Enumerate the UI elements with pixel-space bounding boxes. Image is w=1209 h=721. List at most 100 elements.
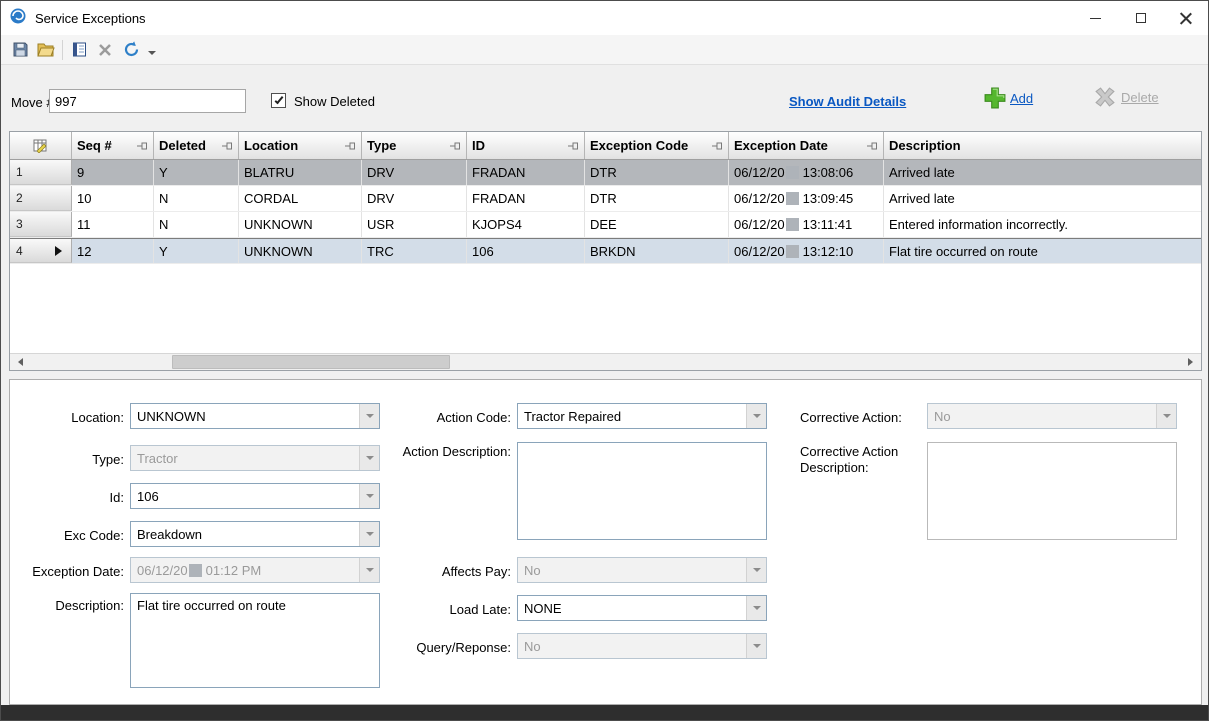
chevron-down-icon[interactable] [746, 634, 766, 658]
column-header-deleted[interactable]: Deleted [154, 132, 239, 159]
arrow-left-icon [14, 358, 23, 366]
type-value: Tractor [131, 451, 359, 466]
export-button[interactable] [66, 38, 92, 62]
toolbar-delete-button[interactable] [92, 38, 118, 62]
column-chooser-icon [33, 139, 48, 153]
row-selector[interactable]: 4 [10, 239, 72, 263]
cell-id: KJOPS4 [467, 212, 585, 237]
action-code-combobox[interactable]: Tractor Repaired [517, 403, 767, 429]
exception-detail-panel: Location: UNKNOWN Type: Tractor Id: 106 … [9, 379, 1202, 705]
cell-location: BLATRU [239, 160, 362, 185]
open-button[interactable] [33, 38, 59, 62]
chevron-down-icon[interactable] [359, 484, 379, 508]
pin-icon[interactable] [708, 141, 723, 151]
type-combobox[interactable]: Tractor [130, 445, 380, 471]
show-audit-details-link[interactable]: Show Audit Details [789, 94, 906, 109]
delete-button[interactable]: Delete [1093, 87, 1159, 107]
cell-seq: 9 [72, 160, 154, 185]
show-deleted-checkbox[interactable] [271, 93, 286, 108]
close-button[interactable] [1163, 1, 1208, 35]
cell-type: USR [362, 212, 467, 237]
row-selector[interactable]: 3 [10, 212, 72, 237]
cell-id: FRADAN [467, 186, 585, 211]
scroll-right-button[interactable] [1184, 354, 1201, 370]
toolbar [1, 35, 1208, 65]
table-row[interactable]: 3 11 N UNKNOWN USR KJOPS4 DEE 06/12/2013… [10, 212, 1201, 238]
move-number-input[interactable] [49, 89, 246, 113]
pin-icon[interactable] [341, 141, 356, 151]
column-header-exception-date[interactable]: Exception Date [729, 132, 884, 159]
service-exceptions-window: Service Exceptions [0, 0, 1209, 721]
exception-date-label: Exception Date: [10, 564, 124, 580]
chevron-down-icon[interactable] [359, 558, 379, 582]
cell-id: FRADAN [467, 160, 585, 185]
exceptions-grid: Seq # Deleted Location Type ID Exception… [9, 131, 1202, 371]
chevron-down-icon[interactable] [746, 404, 766, 428]
location-combobox[interactable]: UNKNOWN [130, 403, 380, 429]
cell-exception-code: BRKDN [585, 239, 729, 263]
pin-icon[interactable] [564, 141, 579, 151]
row-number: 3 [16, 217, 23, 231]
delete-button-label: Delete [1121, 90, 1159, 105]
affects-pay-combobox[interactable]: No [517, 557, 767, 583]
query-response-label: Query/Reponse: [395, 640, 511, 656]
cell-seq: 12 [72, 239, 154, 263]
redacted-year [786, 192, 799, 205]
toolbar-overflow-icon[interactable] [148, 51, 156, 59]
chevron-down-icon[interactable] [359, 404, 379, 428]
column-header-seq[interactable]: Seq # [72, 132, 154, 159]
cell-type: DRV [362, 186, 467, 211]
corrective-action-combobox[interactable]: No [927, 403, 1177, 429]
column-header-exception-code[interactable]: Exception Code [585, 132, 729, 159]
horizontal-scrollbar[interactable] [10, 353, 1201, 370]
action-description-textarea[interactable] [517, 442, 767, 540]
query-response-combobox[interactable]: No [517, 633, 767, 659]
row-number: 1 [16, 165, 23, 179]
scrollbar-thumb[interactable] [172, 355, 450, 369]
chevron-down-icon[interactable] [1156, 404, 1176, 428]
row-selector[interactable]: 2 [10, 186, 72, 211]
chevron-down-icon[interactable] [746, 596, 766, 620]
corrective-action-value: No [928, 409, 1156, 424]
action-description-label: Action Description: [395, 444, 511, 460]
maximize-button[interactable] [1118, 1, 1163, 35]
column-chooser-button[interactable] [10, 132, 72, 159]
chevron-down-icon[interactable] [359, 446, 379, 470]
pin-icon[interactable] [446, 141, 461, 151]
checkmark-icon [274, 94, 283, 103]
chevron-down-icon[interactable] [359, 522, 379, 546]
pin-icon[interactable] [863, 141, 878, 151]
exception-date-picker[interactable]: 06/12/2001:12 PM [130, 557, 380, 583]
cell-description: Flat tire occurred on route [884, 239, 1201, 263]
refresh-button[interactable] [118, 38, 144, 62]
cell-description: Arrived late [884, 186, 1201, 211]
table-row[interactable]: 4 12 Y UNKNOWN TRC 106 BRKDN 06/12/2013:… [10, 238, 1201, 264]
corrective-action-description-textarea[interactable] [927, 442, 1177, 540]
row-selector[interactable]: 1 [10, 160, 72, 185]
grid-header: Seq # Deleted Location Type ID Exception… [10, 132, 1201, 160]
id-combobox[interactable]: 106 [130, 483, 380, 509]
cell-type: DRV [362, 160, 467, 185]
column-header-type[interactable]: Type [362, 132, 467, 159]
chevron-down-icon[interactable] [746, 558, 766, 582]
pin-icon[interactable] [218, 141, 233, 151]
minimize-button[interactable] [1073, 1, 1118, 35]
cell-seq: 10 [72, 186, 154, 211]
cell-exception-date: 06/12/2013:09:45 [729, 186, 884, 211]
cell-exception-date: 06/12/2013:08:06 [729, 160, 884, 185]
scroll-left-button[interactable] [10, 354, 27, 370]
exc-code-combobox[interactable]: Breakdown [130, 521, 380, 547]
cell-type: TRC [362, 239, 467, 263]
column-header-description[interactable]: Description [884, 132, 1201, 159]
column-header-location[interactable]: Location [239, 132, 362, 159]
table-row[interactable]: 1 9 Y BLATRU DRV FRADAN DTR 06/12/2013:0… [10, 160, 1201, 186]
pin-icon[interactable] [133, 141, 148, 151]
load-late-combobox[interactable]: NONE [517, 595, 767, 621]
column-header-id[interactable]: ID [467, 132, 585, 159]
save-button[interactable] [7, 38, 33, 62]
add-button[interactable]: Add [984, 87, 1033, 109]
location-label: Location: [10, 410, 124, 426]
refresh-icon [123, 41, 140, 58]
description-textarea[interactable]: Flat tire occurred on route [130, 593, 380, 688]
table-row[interactable]: 2 10 N CORDAL DRV FRADAN DTR 06/12/2013:… [10, 186, 1201, 212]
